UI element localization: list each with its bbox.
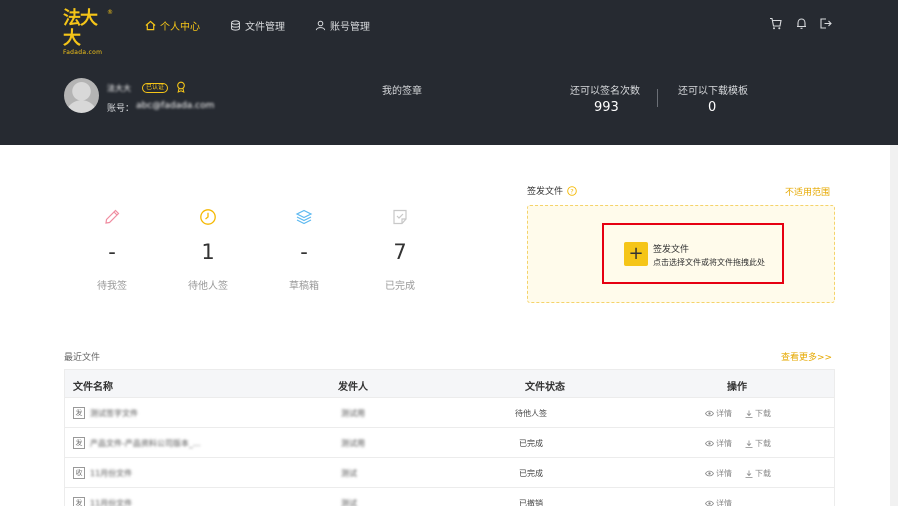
detail-label: 详情 xyxy=(716,499,732,506)
recent-files-table: 文件名称 发件人 文件状态 操作 发 测试签字文件 测试用 待他人签 详情 下载… xyxy=(64,369,835,506)
logout-icon[interactable] xyxy=(819,17,832,30)
detail-label: 详情 xyxy=(716,409,732,418)
pending-others-signature-label: 待他人签 xyxy=(188,281,228,292)
add-file-button[interactable]: + xyxy=(624,242,648,266)
svg-text:?: ? xyxy=(570,187,573,195)
pending-my-signature-count: - xyxy=(108,240,116,264)
cart-icon[interactable] xyxy=(769,17,782,30)
detail-action[interactable]: 详情 xyxy=(705,438,732,449)
view-more-link[interactable]: 查看更多>> xyxy=(781,350,832,363)
column-actions: 操作 xyxy=(727,382,747,393)
nav-file-management[interactable]: 文件管理 xyxy=(230,17,285,33)
eye-icon xyxy=(705,410,714,417)
fadada-logo[interactable]: 法大大 Fadada.com ® xyxy=(63,9,113,57)
nav-account-management[interactable]: 账号管理 xyxy=(315,17,370,33)
completed-count: 7 xyxy=(393,240,407,264)
table-header: 文件名称 发件人 文件状态 操作 xyxy=(65,370,834,398)
detail-label: 详情 xyxy=(716,469,732,478)
completed-label: 已完成 xyxy=(385,281,415,292)
top-header: 法大大 Fadada.com ® 个人中心 文件管理 账号管理 法大大 已认证 xyxy=(0,0,898,145)
download-icon xyxy=(745,470,753,478)
help-icon[interactable]: ? xyxy=(567,185,577,196)
nav-personal-center[interactable]: 个人中心 xyxy=(145,17,200,33)
logo-subtext: Fadada.com xyxy=(63,49,103,56)
pending-my-signature-label: 待我签 xyxy=(97,281,127,292)
drop-zone-title: 签发文件 xyxy=(653,245,690,255)
column-status: 文件状态 xyxy=(525,382,565,393)
download-action[interactable]: 下载 xyxy=(745,438,771,449)
sign-remaining-value: 993 xyxy=(594,100,619,115)
send-document-heading: 签发文件 ? xyxy=(527,184,577,197)
card-completed[interactable]: 7 已完成 xyxy=(355,208,445,298)
table-row[interactable]: 收 11月份文件 测试 已完成 详情 下载 xyxy=(65,458,834,488)
user-avatar[interactable] xyxy=(64,78,99,113)
detail-label: 详情 xyxy=(716,439,732,448)
sign-remaining-label: 还可以签名次数 xyxy=(570,86,640,97)
download-label: 下载 xyxy=(755,409,771,418)
account-label: 账号： xyxy=(107,104,135,114)
nav-personal-center-label: 个人中心 xyxy=(160,21,200,33)
user-icon xyxy=(315,20,326,30)
stat-divider xyxy=(657,89,658,107)
scope-link[interactable]: 不适用范围 xyxy=(785,185,830,198)
template-remaining-label: 还可以下载模板 xyxy=(678,86,748,97)
verified-badge: 已认证 xyxy=(142,83,169,93)
clock-icon xyxy=(200,209,216,225)
eye-icon xyxy=(705,470,714,477)
nav-account-management-label: 账号管理 xyxy=(330,21,370,33)
eye-icon xyxy=(705,440,714,447)
detail-action[interactable]: 详情 xyxy=(705,498,732,506)
drafts-count: - xyxy=(300,240,308,264)
card-drafts[interactable]: - 草稿箱 xyxy=(259,208,349,298)
account-value: abc@fadada.com xyxy=(136,101,215,111)
pen-icon xyxy=(105,209,120,224)
user-name: 法大大 xyxy=(107,84,131,93)
detail-action[interactable]: 详情 xyxy=(705,408,732,419)
download-label: 下载 xyxy=(755,439,771,448)
card-pending-my-signature[interactable]: - 待我签 xyxy=(67,208,157,298)
table-row[interactable]: 发 测试签字文件 测试用 待他人签 详情 下载 xyxy=(65,398,834,428)
table-row[interactable]: 发 产品文件-产品资料公司版本_... 测试用 已完成 详情 下载 xyxy=(65,428,834,458)
logo-registered-mark: ® xyxy=(107,9,113,16)
download-action[interactable]: 下载 xyxy=(745,468,771,479)
recent-files-title: 最近文件 xyxy=(64,353,101,363)
card-pending-others-signature[interactable]: 1 待他人签 xyxy=(163,208,253,298)
pending-others-signature-count: 1 xyxy=(201,240,215,264)
nav-file-management-label: 文件管理 xyxy=(245,21,285,33)
my-seal-link[interactable]: 我的签章 xyxy=(382,82,422,97)
download-icon xyxy=(745,440,753,448)
column-file-name: 文件名称 xyxy=(73,382,113,393)
layers-icon xyxy=(295,209,313,225)
page-scrollbar[interactable] xyxy=(890,145,898,506)
drafts-label: 草稿箱 xyxy=(289,281,319,292)
download-icon xyxy=(745,410,753,418)
drop-zone-hint: 点击选择文件或将文件拖拽此处 xyxy=(653,258,765,267)
document-check-icon xyxy=(393,209,407,225)
home-icon xyxy=(145,20,156,30)
column-sender: 发件人 xyxy=(338,382,368,393)
template-remaining-value: 0 xyxy=(708,100,717,115)
table-row[interactable]: 发 11月份文件 测试 已撤销 详情 xyxy=(65,488,834,506)
download-action[interactable]: 下载 xyxy=(745,408,771,419)
bell-icon[interactable] xyxy=(795,17,808,30)
detail-action[interactable]: 详情 xyxy=(705,468,732,479)
logo-text: 法大大 xyxy=(63,8,98,49)
medal-icon xyxy=(177,81,185,93)
eye-icon xyxy=(705,500,714,506)
download-label: 下载 xyxy=(755,469,771,478)
database-icon xyxy=(231,19,240,31)
send-document-title: 签发文件 xyxy=(527,187,564,197)
